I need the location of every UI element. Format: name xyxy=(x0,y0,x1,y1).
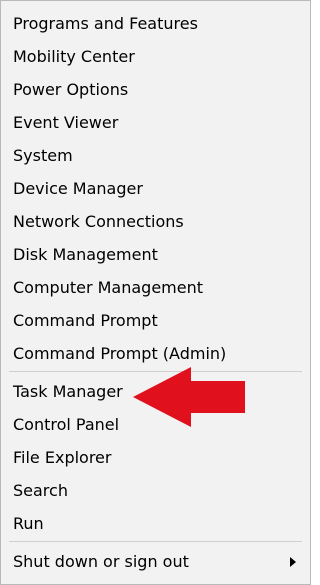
menu-item-computer-management[interactable]: Computer Management xyxy=(1,273,310,303)
menu-item-label: Command Prompt (Admin) xyxy=(13,344,227,363)
menu-item-label: Power Options xyxy=(13,80,129,99)
menu-item-shut-down-or-sign-out[interactable]: Shut down or sign out xyxy=(1,547,310,577)
menu-item-system[interactable]: System xyxy=(1,141,310,171)
menu-separator xyxy=(9,541,302,542)
menu-item-programs-and-features[interactable]: Programs and Features xyxy=(1,9,310,39)
menu-item-mobility-center[interactable]: Mobility Center xyxy=(1,42,310,72)
menu-item-label: Shut down or sign out xyxy=(13,552,189,571)
menu-item-command-prompt[interactable]: Command Prompt xyxy=(1,306,310,336)
menu-item-label: Control Panel xyxy=(13,415,120,434)
red-arrow-shape xyxy=(133,367,245,427)
menu-item-label: Event Viewer xyxy=(13,113,119,132)
menu-item-label: Programs and Features xyxy=(13,14,198,33)
menu-item-search[interactable]: Search xyxy=(1,476,310,506)
menu-item-label: Disk Management xyxy=(13,245,158,264)
menu-item-file-explorer[interactable]: File Explorer xyxy=(1,443,310,473)
menu-item-label: Task Manager xyxy=(13,382,123,401)
menu-item-label: Device Manager xyxy=(13,179,143,198)
menu-item-label: Mobility Center xyxy=(13,47,135,66)
menu-item-label: Run xyxy=(13,514,44,533)
context-menu: Programs and Features Mobility Center Po… xyxy=(0,0,311,585)
menu-item-power-options[interactable]: Power Options xyxy=(1,75,310,105)
menu-item-event-viewer[interactable]: Event Viewer xyxy=(1,108,310,138)
submenu-arrow-icon xyxy=(290,557,296,567)
red-arrow-icon xyxy=(133,367,245,427)
menu-item-device-manager[interactable]: Device Manager xyxy=(1,174,310,204)
menu-item-label: System xyxy=(13,146,73,165)
menu-item-disk-management[interactable]: Disk Management xyxy=(1,240,310,270)
menu-item-label: Network Connections xyxy=(13,212,184,231)
menu-item-run[interactable]: Run xyxy=(1,509,310,539)
menu-item-label: File Explorer xyxy=(13,448,112,467)
menu-item-label: Command Prompt xyxy=(13,311,158,330)
menu-item-network-connections[interactable]: Network Connections xyxy=(1,207,310,237)
menu-item-label: Search xyxy=(13,481,68,500)
menu-item-label: Computer Management xyxy=(13,278,204,297)
